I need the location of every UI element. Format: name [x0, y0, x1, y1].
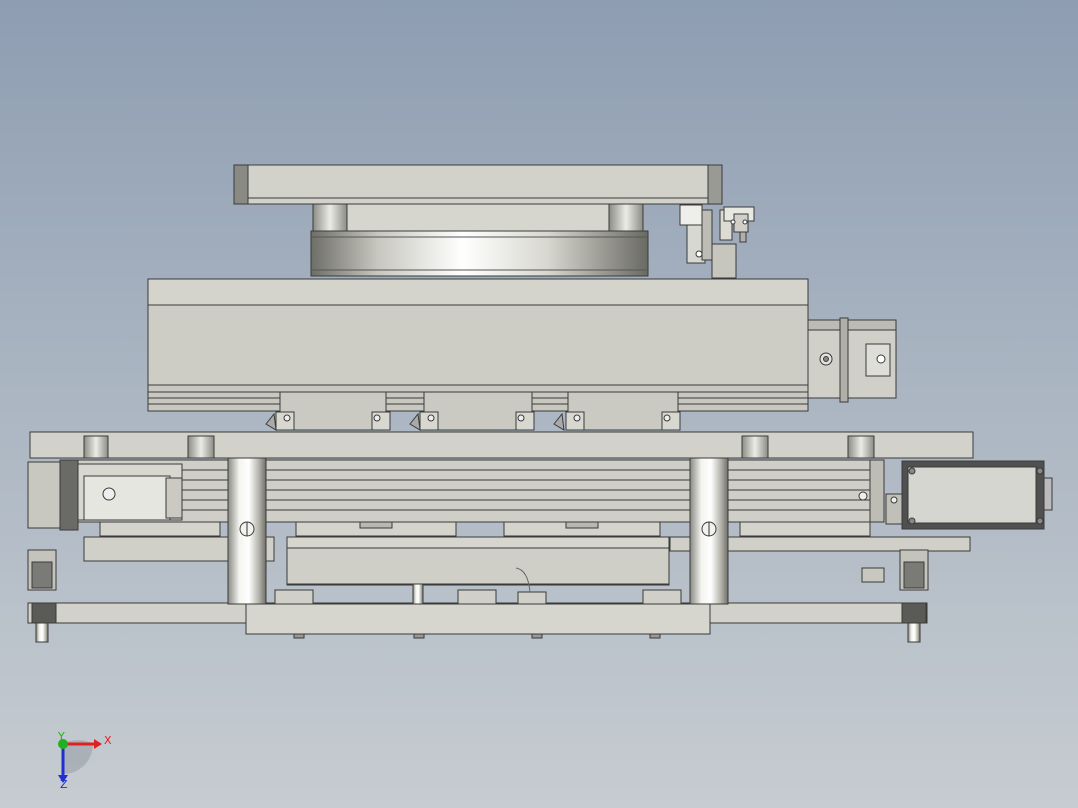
lower-right-motor [885, 460, 1053, 530]
x-axis-label: X [104, 734, 112, 747]
x-axis-arrowhead [94, 739, 102, 749]
lower-carriages [99, 521, 871, 537]
middle-plate [29, 431, 974, 459]
upper-carriages [265, 391, 681, 431]
upper-slide-block [147, 278, 809, 412]
top-plate [233, 164, 723, 205]
y-axis-label: Y [57, 730, 65, 743]
rotary-ring [310, 230, 649, 277]
rotary-boss [312, 203, 644, 233]
lower-linear-axis [59, 459, 885, 523]
cad-viewport[interactable]: X Y Z [0, 0, 1078, 808]
upper-motor [807, 317, 897, 403]
z-axis-label: Z [60, 778, 68, 791]
coordinate-triad: X Y Z [57, 730, 112, 791]
sensor-bracket [679, 204, 755, 279]
assembly-view[interactable]: X Y Z [0, 0, 1078, 808]
bottom-frame [27, 536, 971, 635]
lower-left-motor [27, 459, 183, 531]
